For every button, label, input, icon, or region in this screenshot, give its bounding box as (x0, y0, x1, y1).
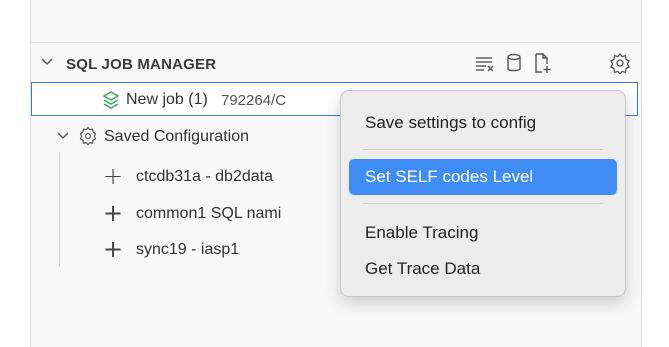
database-icon[interactable] (502, 52, 526, 74)
chevron-down-icon[interactable] (40, 55, 54, 72)
menu-item-set-self-codes-level[interactable]: Set SELF codes Level (349, 159, 617, 195)
job-description: 792264/C (221, 92, 287, 109)
menu-item-label: Get Trace Data (365, 259, 481, 278)
context-menu: Save settings to config Set SELF codes L… (340, 90, 626, 297)
menu-item-save-settings[interactable]: Save settings to config (349, 105, 617, 141)
menu-item-get-trace-data[interactable]: Get Trace Data (349, 251, 617, 287)
connected-db-icon (101, 89, 121, 109)
plus-icon: + (103, 162, 124, 190)
gear-icon[interactable] (608, 52, 632, 76)
config-label: sync19 - iasp1 (136, 241, 240, 258)
job-label: New job (1) (126, 91, 208, 108)
menu-item-enable-tracing[interactable]: Enable Tracing (349, 215, 617, 251)
section-title: SQL JOB MANAGER (66, 56, 217, 73)
config-label: ctcdb31a - db2data (136, 168, 273, 185)
config-label: common1 SQL nami (136, 205, 282, 222)
saved-configuration-label: Saved Configuration (104, 128, 249, 145)
menu-separator (363, 203, 603, 204)
plus-icon: + (103, 199, 124, 227)
menu-item-label: Save settings to config (365, 113, 537, 132)
gear-icon (78, 126, 98, 146)
plus-icon: + (103, 235, 124, 263)
section-divider (30, 42, 640, 43)
menu-item-label: Set SELF codes Level (365, 167, 534, 186)
new-file-icon[interactable] (530, 52, 554, 74)
menu-separator (363, 149, 603, 150)
clear-all-icon[interactable] (473, 52, 497, 74)
menu-item-label: Enable Tracing (365, 223, 479, 242)
chevron-down-icon[interactable] (56, 129, 70, 146)
